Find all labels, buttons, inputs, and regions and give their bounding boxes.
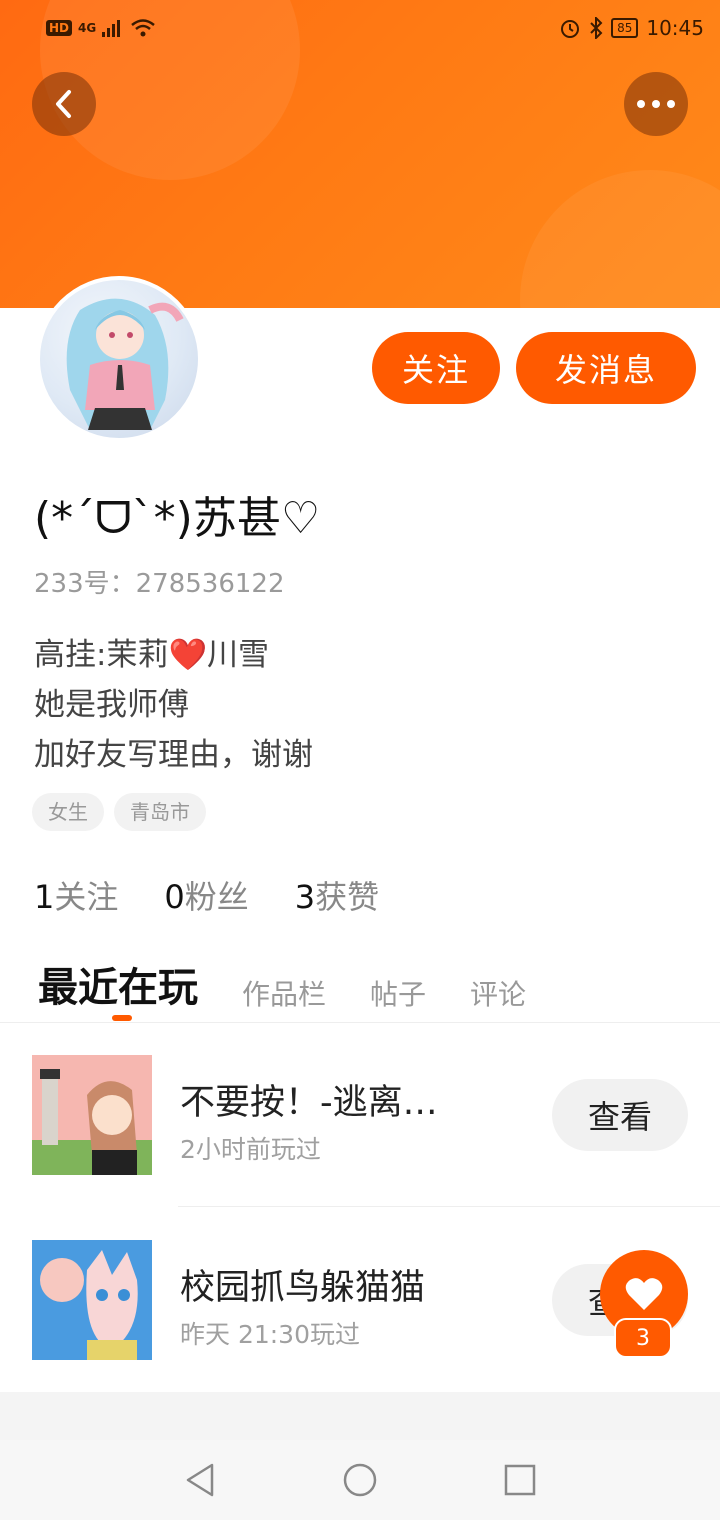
stat-value: 1 bbox=[34, 878, 55, 916]
system-navigation-bar bbox=[0, 1440, 720, 1520]
location-tag: 青岛市 bbox=[114, 793, 206, 831]
game-thumbnail bbox=[32, 1240, 152, 1360]
game-title: 不要按！-逃离… bbox=[180, 1083, 438, 1123]
send-message-button[interactable]: 发消息 bbox=[516, 332, 696, 404]
avatar[interactable] bbox=[36, 276, 202, 442]
profile-bio: 高挂:茉莉❤️川雪 她是我师傅 加好友写理由，谢谢 bbox=[34, 630, 313, 780]
stat-label: 粉丝 bbox=[184, 878, 249, 916]
hd-icon: HD bbox=[46, 20, 73, 36]
bluetooth-icon bbox=[590, 17, 603, 39]
stat-following[interactable]: 1关注 bbox=[34, 872, 118, 918]
banner-decoration bbox=[520, 170, 720, 308]
alarm-icon bbox=[561, 20, 580, 38]
tab-posts[interactable]: 帖子 bbox=[370, 973, 426, 1023]
page-bottom-gap bbox=[0, 1392, 720, 1440]
profile-tags: 女生 青岛市 bbox=[32, 793, 206, 831]
profile-name: (*ˊᗜˋ*)苏甚♡ bbox=[34, 493, 321, 544]
nav-back-icon[interactable] bbox=[184, 1462, 216, 1498]
list-item[interactable]: 不要按！-逃离… 2小时前玩过 查看 bbox=[0, 1022, 720, 1208]
bio-line: 高挂:茉莉❤️川雪 bbox=[34, 637, 270, 673]
status-bar: HD 4G 85 10:45 bbox=[0, 0, 720, 58]
stat-label: 关注 bbox=[54, 878, 119, 916]
like-count-badge: 3 bbox=[614, 1318, 672, 1358]
game-title: 校园抓鸟躲猫猫 bbox=[180, 1268, 426, 1308]
tab-comments[interactable]: 评论 bbox=[470, 973, 526, 1023]
heart-icon bbox=[625, 1278, 663, 1310]
nav-recents-icon[interactable] bbox=[504, 1464, 536, 1496]
battery-icon: 85 bbox=[611, 18, 639, 38]
wifi-icon bbox=[131, 19, 156, 37]
anime-girl-avatar-image bbox=[66, 298, 184, 430]
tab-recently-played[interactable]: 最近在玩 bbox=[38, 955, 198, 1023]
stat-value: 0 bbox=[164, 878, 185, 916]
profile-stats: 1关注 0粉丝 3获赞 bbox=[34, 872, 379, 918]
game-last-played: 2小时前玩过 bbox=[180, 1135, 321, 1164]
signal-icon bbox=[102, 20, 121, 37]
profile-tabs: 最近在玩 作品栏 帖子 评论 bbox=[38, 955, 526, 1023]
gender-tag: 女生 bbox=[32, 793, 104, 831]
stat-label: 获赞 bbox=[315, 878, 380, 916]
stat-value: 3 bbox=[294, 878, 316, 916]
bio-line: 她是我师傅 bbox=[34, 687, 189, 723]
active-tab-indicator bbox=[112, 1015, 132, 1021]
more-options-button[interactable] bbox=[624, 72, 688, 136]
stat-likes[interactable]: 3获赞 bbox=[295, 872, 379, 918]
bio-line: 加好友写理由，谢谢 bbox=[34, 737, 313, 773]
follow-button[interactable]: 关注 bbox=[372, 332, 500, 404]
game-thumbnail bbox=[32, 1055, 152, 1175]
clock-time: 10:45 bbox=[646, 16, 704, 40]
chevron-left-icon bbox=[56, 90, 71, 118]
user-id: 233号：278536122 bbox=[34, 569, 285, 599]
network-type: 4G bbox=[78, 21, 97, 35]
stat-followers[interactable]: 0粉丝 bbox=[164, 872, 248, 918]
more-dots-icon bbox=[637, 100, 675, 108]
view-game-button[interactable]: 查看 bbox=[552, 1079, 688, 1151]
nav-home-icon[interactable] bbox=[342, 1462, 378, 1498]
tab-works[interactable]: 作品栏 bbox=[242, 973, 326, 1023]
profile-header-banner: HD 4G 85 10:45 bbox=[0, 0, 720, 308]
game-last-played: 昨天 21:30玩过 bbox=[180, 1320, 360, 1349]
back-button[interactable] bbox=[32, 72, 96, 136]
